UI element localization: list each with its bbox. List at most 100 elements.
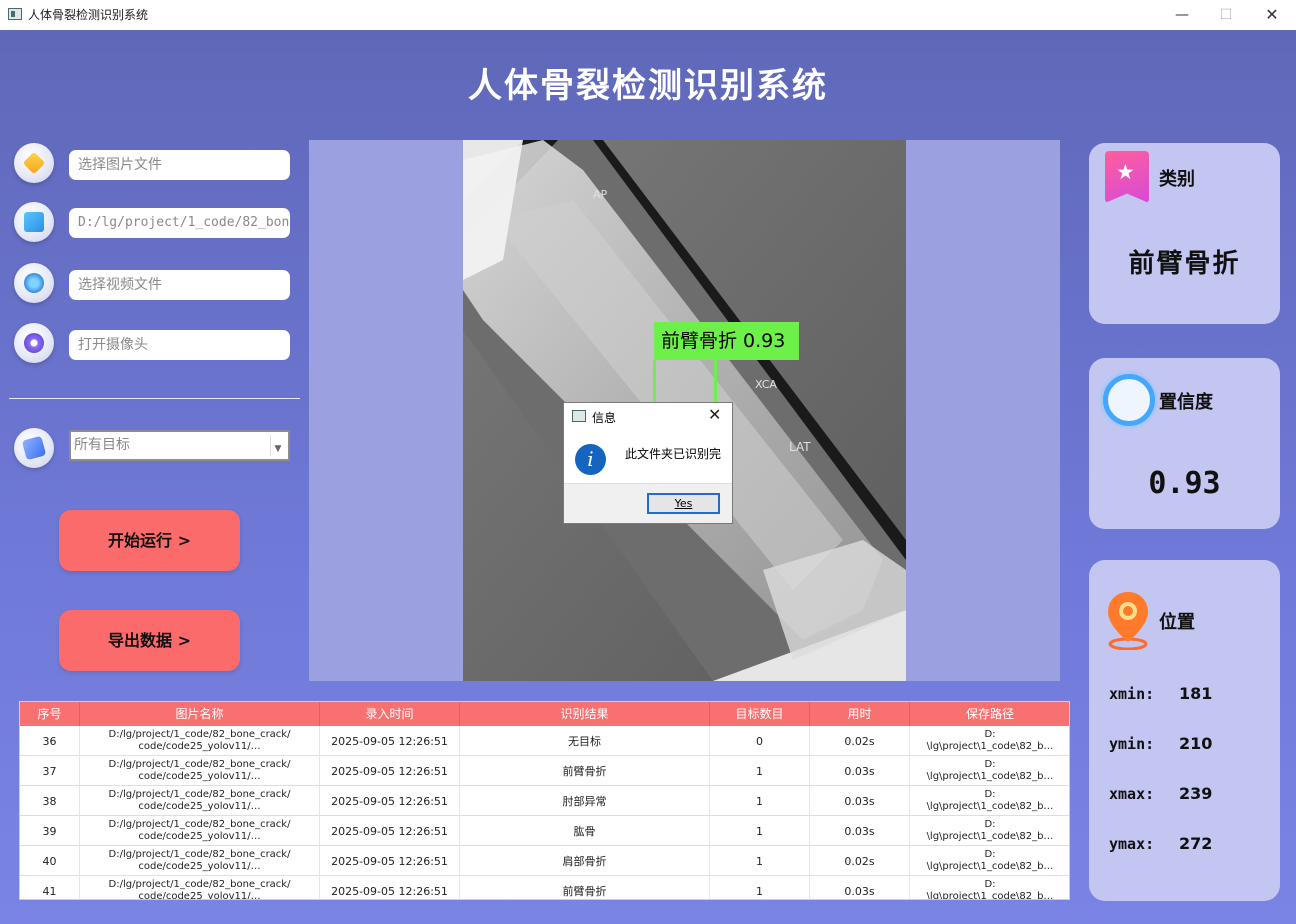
position-card: 位置 xmin: 181 ymin: 210 xmax: 239 ymax: 2… [1089, 560, 1280, 901]
table-row[interactable]: 36 D:/lg/project/1_code/82_bone_crack/ co… [20, 726, 1069, 756]
col-index-cell: 39 [20, 816, 80, 846]
xmin-value: 181 [1179, 684, 1213, 703]
page-title: 人体骨裂检测识别系统 [468, 66, 828, 106]
table-row[interactable]: 40 D:/lg/project/1_code/82_bone_crack/ co… [20, 846, 1069, 876]
col-index-cell: 41 [20, 876, 80, 899]
video-file-icon[interactable] [14, 263, 54, 303]
col-save-path-cell: D: \lg\project\1_code\82_b… [910, 816, 1069, 846]
col-elapsed-cell: 0.03s [810, 756, 910, 786]
col-image-name-cell: D:/lg/project/1_code/82_bone_crack/ code… [80, 816, 320, 846]
export-button[interactable]: 导出数据 > [59, 610, 240, 671]
window-title: 人体骨裂检测识别系统 [28, 8, 149, 22]
category-card: ★ 类别 前臂骨折 [1089, 143, 1280, 324]
col-result-cell: 前臂骨折 [460, 876, 710, 899]
ymax-value: 272 [1179, 834, 1213, 853]
close-window-button[interactable]: ✕ [1256, 4, 1288, 26]
dialog-yes-button[interactable]: Yes [647, 493, 720, 514]
dialog-title: 信息 [592, 411, 617, 425]
col-save-path-cell: D: \lg\project\1_code\82_b… [910, 786, 1069, 816]
xray-marker-lat: LAT [789, 440, 811, 454]
col-elapsed-cell: 0.03s [810, 786, 910, 816]
xmax-label: xmax: [1109, 785, 1155, 803]
ymax-label: ymax: [1109, 835, 1155, 853]
col-result-header[interactable]: 识别结果 [460, 702, 710, 726]
col-time-header[interactable]: 录入时间 [320, 702, 460, 726]
image-file-icon[interactable] [14, 143, 54, 183]
col-count-header[interactable]: 目标数目 [710, 702, 810, 726]
start-button[interactable]: 开始运行 > [59, 510, 240, 571]
video-file-input[interactable]: 选择视频文件 [69, 270, 290, 300]
confidence-value: 0.93 [1148, 466, 1221, 501]
col-time-cell: 2025-09-05 12:26:51 [320, 846, 460, 876]
col-index-cell: 38 [20, 786, 80, 816]
ring-icon [1103, 374, 1155, 426]
col-result-cell: 肘部异常 [460, 786, 710, 816]
target-filter-icon [14, 428, 54, 468]
col-count-cell: 1 [710, 846, 810, 876]
maximize-button[interactable]: ☐ [1210, 4, 1242, 26]
col-time-cell: 2025-09-05 12:26:51 [320, 726, 460, 756]
col-elapsed-header[interactable]: 用时 [810, 702, 910, 726]
col-count-cell: 1 [710, 786, 810, 816]
xmax-value: 239 [1179, 784, 1213, 803]
position-title: 位置 [1159, 612, 1195, 633]
col-image-name-cell: D:/lg/project/1_code/82_bone_crack/ code… [80, 726, 320, 756]
col-count-cell: 1 [710, 876, 810, 899]
col-count-cell: 0 [710, 726, 810, 756]
camera-icon[interactable] [14, 323, 54, 363]
table-row[interactable]: 37 D:/lg/project/1_code/82_bone_crack/ co… [20, 756, 1069, 786]
col-image-name-cell: D:/lg/project/1_code/82_bone_crack/ code… [80, 846, 320, 876]
folder-icon[interactable] [14, 202, 54, 242]
dialog-footer: Yes [564, 483, 732, 523]
table-header: 序号 图片名称 录入时间 识别结果 目标数目 用时 保存路径 [20, 702, 1069, 726]
info-dialog: 信息 ✕ i 此文件夹已识别完 Yes [563, 402, 733, 524]
col-save-path-cell: D: \lg\project\1_code\82_b… [910, 846, 1069, 876]
col-index-cell: 40 [20, 846, 80, 876]
col-count-cell: 1 [710, 756, 810, 786]
category-title: 类别 [1159, 169, 1195, 190]
col-time-cell: 2025-09-05 12:26:51 [320, 876, 460, 899]
camera-input[interactable]: 打开摄像头 [69, 330, 290, 360]
col-save-path-header[interactable]: 保存路径 [910, 702, 1069, 726]
col-index-cell: 37 [20, 756, 80, 786]
col-image-name-header[interactable]: 图片名称 [80, 702, 320, 726]
folder-path-input[interactable]: D:/lg/project/1_code/82_bone_crack [69, 208, 290, 238]
results-table: 序号 图片名称 录入时间 识别结果 目标数目 用时 保存路径 36 D:/lg/project… [19, 701, 1070, 900]
dialog-close-icon[interactable]: ✕ [708, 405, 721, 424]
window-titlebar: 人体骨裂检测识别系统 — ☐ ✕ [0, 0, 1296, 30]
xray-marker-xca: XCA [755, 378, 777, 391]
target-select-value: 所有目标 [74, 437, 130, 453]
col-result-cell: 肱骨 [460, 816, 710, 846]
xmin-label: xmin: [1109, 685, 1155, 703]
col-image-name-cell: D:/lg/project/1_code/82_bone_crack/ code… [80, 756, 320, 786]
col-time-cell: 2025-09-05 12:26:51 [320, 816, 460, 846]
col-result-cell: 肩部骨折 [460, 846, 710, 876]
dialog-message: 此文件夹已识别完 [625, 447, 722, 461]
chevron-down-icon[interactable]: ▼ [270, 435, 285, 456]
table-row[interactable]: 38 D:/lg/project/1_code/82_bone_crack/ co… [20, 786, 1069, 816]
col-time-cell: 2025-09-05 12:26:51 [320, 756, 460, 786]
col-result-cell: 无目标 [460, 726, 710, 756]
detection-box-right [714, 360, 717, 402]
confidence-title: 置信度 [1159, 392, 1213, 413]
xray-marker-ap: AP [593, 188, 608, 201]
col-count-cell: 1 [710, 816, 810, 846]
dialog-titlebar: 信息 ✕ [564, 403, 732, 431]
ymin-label: ymin: [1109, 735, 1155, 753]
target-select[interactable]: 所有目标 ▼ [69, 430, 290, 461]
col-time-cell: 2025-09-05 12:26:51 [320, 786, 460, 816]
detection-box-left [653, 360, 656, 402]
image-file-input[interactable]: 选择图片文件 [69, 150, 290, 180]
category-value: 前臂骨折 [1128, 249, 1241, 279]
minimize-button[interactable]: — [1166, 4, 1198, 26]
col-save-path-cell: D: \lg\project\1_code\82_b… [910, 726, 1069, 756]
col-elapsed-cell: 0.03s [810, 816, 910, 846]
table-row[interactable]: 41 D:/lg/project/1_code/82_bone_crack/ co… [20, 876, 1069, 899]
col-save-path-cell: D: \lg\project\1_code\82_b… [910, 756, 1069, 786]
col-index-header[interactable]: 序号 [20, 702, 80, 726]
bookmark-star-icon: ★ [1105, 151, 1149, 203]
info-icon: i [575, 444, 606, 475]
table-row[interactable]: 39 D:/lg/project/1_code/82_bone_crack/ co… [20, 816, 1069, 846]
col-elapsed-cell: 0.02s [810, 726, 910, 756]
app-icon [8, 8, 22, 20]
